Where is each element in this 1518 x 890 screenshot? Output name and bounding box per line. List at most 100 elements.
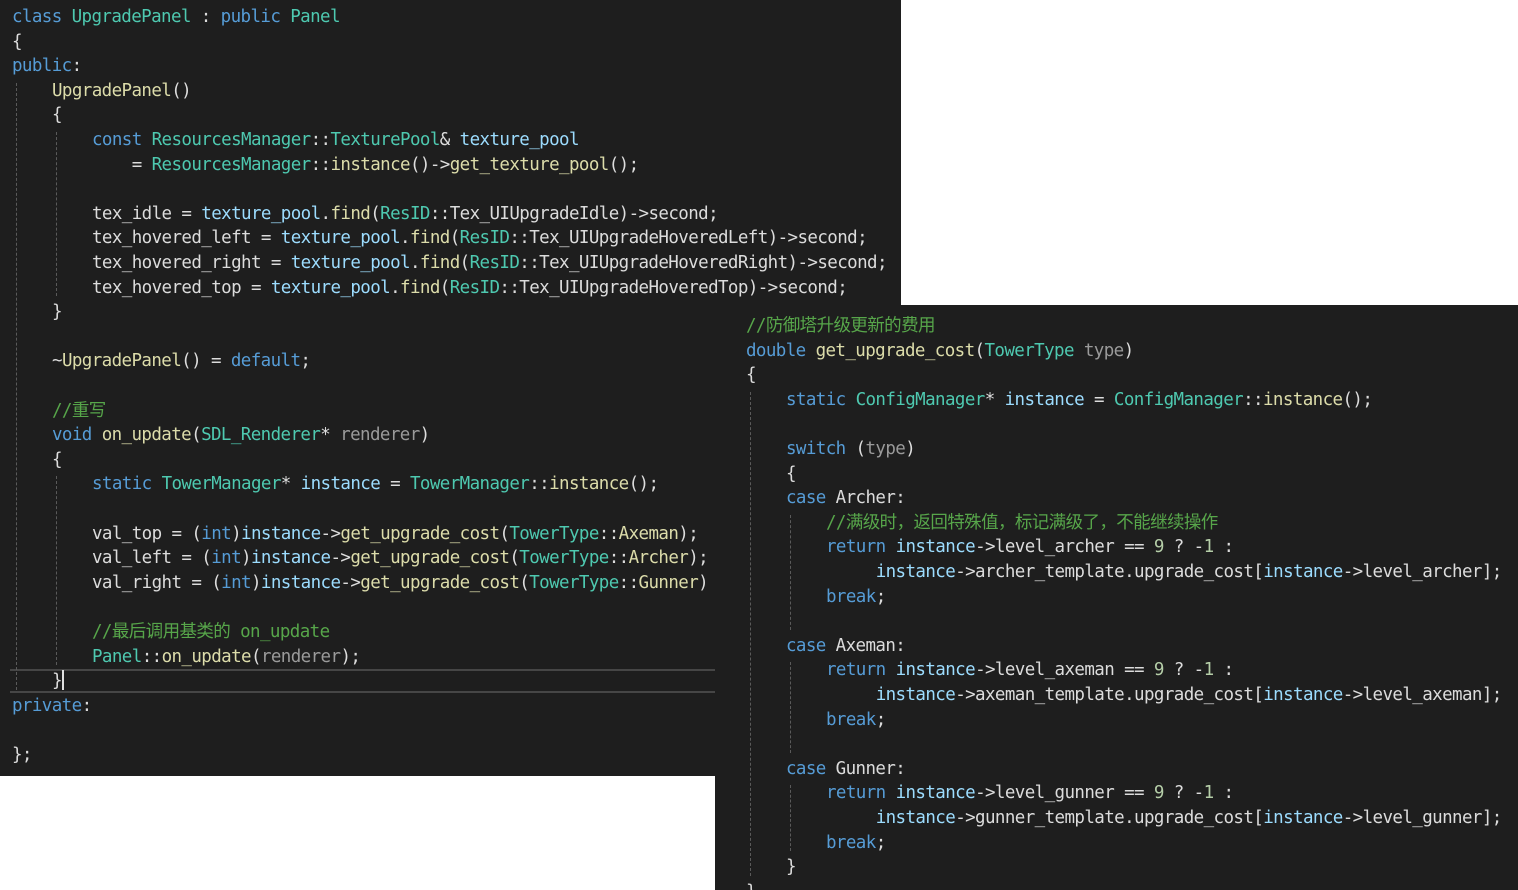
code-token: TowerManager (161, 474, 282, 495)
code-token: ( (439, 277, 451, 298)
code-token: instance (875, 685, 956, 705)
code-line[interactable]: case Gunner: (786, 757, 906, 781)
code-line[interactable]: } (52, 300, 63, 324)
code-line[interactable]: instance->axeman_template.upgrade_cost[i… (826, 683, 1503, 707)
code-line[interactable]: double get_upgrade_cost(TowerType type) (746, 339, 1134, 363)
code-token: int (221, 572, 251, 593)
code-line[interactable]: case Axeman: (786, 634, 906, 658)
code-line[interactable]: return instance->level_axeman == 9 ? -1 … (826, 658, 1234, 682)
code-token: { (746, 365, 757, 386)
code-line[interactable]: val_right = (int)instance->get_upgrade_c… (92, 571, 709, 595)
code-token: ConfigManager (855, 389, 986, 410)
code-token: val_right = ( (92, 572, 222, 593)
code-line[interactable]: static TowerManager* instance = TowerMan… (92, 472, 659, 496)
code-token: (); (608, 154, 639, 175)
code-line[interactable]: static ConfigManager* instance = ConfigM… (786, 388, 1373, 412)
code-token: ( (509, 548, 520, 569)
code-token: ->level_archer == (975, 537, 1154, 558)
code-token: static (786, 389, 846, 410)
code-token: (); (1342, 389, 1373, 410)
code-line[interactable]: class UpgradePanel : public Panel (12, 5, 341, 29)
get-upgrade-cost-code-editor[interactable]: //防御塔升级更新的费用 double get_upgrade_cost(Towe… (715, 305, 1518, 890)
code-token: ->level_archer]; (1342, 562, 1503, 582)
code-token: ->axeman_template. (955, 685, 1135, 705)
code-token: { (786, 463, 797, 484)
code-line[interactable]: { (52, 103, 63, 127)
code-line[interactable]: return instance->level_archer == 9 ? -1 … (826, 535, 1234, 559)
code-token: : (1213, 537, 1234, 558)
code-line[interactable]: public: (12, 54, 82, 78)
code-token: private (12, 695, 82, 716)
code-token: & (439, 130, 460, 150)
code-token: instance (1263, 808, 1343, 828)
code-line[interactable]: switch (type) (786, 437, 916, 461)
code-line[interactable]: UpgradePanel() (52, 79, 192, 103)
code-token: Axeman (618, 523, 679, 544)
code-line[interactable]: val_left = (int)instance->get_upgrade_co… (92, 546, 709, 570)
indent-guide (750, 391, 751, 876)
code-token: = (380, 474, 410, 495)
code-token: ->level_axeman]; (1342, 685, 1503, 705)
code-line[interactable]: //最后调用基类的 on_update (92, 620, 330, 644)
code-token: case (786, 635, 826, 656)
code-line[interactable]: tex_hovered_right = texture_pool.find(Re… (92, 251, 888, 275)
code-token: find (400, 277, 440, 298)
code-line[interactable]: void on_update(SDL_Renderer* renderer) (52, 423, 430, 447)
code-line[interactable]: tex_hovered_left = texture_pool.find(Res… (92, 226, 868, 250)
code-line[interactable]: } (786, 855, 797, 879)
code-token: ); (688, 548, 709, 569)
code-line[interactable]: { (746, 363, 757, 387)
code-token: void (52, 425, 92, 446)
code-line[interactable]: case Archer: (786, 486, 906, 510)
code-token: upgrade_cost[ (1134, 685, 1264, 705)
code-line[interactable]: = ResourcesManager::instance()->get_text… (92, 153, 639, 177)
code-line[interactable]: //防御塔升级更新的费用 (746, 314, 935, 338)
code-line[interactable]: const ResourcesManager::TexturePool& tex… (92, 128, 579, 152)
code-line[interactable]: //满级时，返回特殊值，标记满级了，不能继续操作 (826, 511, 1218, 535)
code-token: upgrade_cost[ (1134, 808, 1264, 828)
code-token: Tex_UIUpgradeHoveredRight (539, 253, 788, 273)
code-line[interactable]: return instance->level_gunner == 9 ? -1 … (826, 781, 1234, 805)
code-token: ( (974, 340, 986, 361)
code-token: } (746, 882, 757, 890)
code-line[interactable]: //重写 (52, 399, 106, 423)
code-line[interactable]: Panel::on_update(renderer); (92, 645, 361, 669)
code-token: UpgradePanel (61, 351, 182, 372)
code-token: class (12, 7, 62, 27)
code-line[interactable]: instance->archer_template.upgrade_cost[i… (826, 560, 1503, 584)
code-line[interactable]: } (746, 880, 757, 890)
code-token: instance (895, 660, 976, 681)
code-token: }; (12, 745, 32, 765)
code-line[interactable]: { (52, 448, 63, 472)
code-line[interactable]: { (12, 30, 23, 54)
code-token: ? - (1163, 783, 1204, 804)
code-token: second; (817, 253, 887, 273)
code-line[interactable]: tex_idle = texture_pool.find(ResID::Tex_… (92, 202, 719, 226)
code-token: break (826, 586, 876, 607)
code-line[interactable]: val_top = (int)instance->get_upgrade_cos… (92, 522, 699, 546)
code-line[interactable]: { (786, 462, 797, 486)
code-token: ) (241, 548, 252, 569)
code-line[interactable]: private: (12, 694, 92, 718)
code-line[interactable]: }; (12, 743, 32, 767)
code-token: Panel (290, 7, 340, 27)
code-token: ( (845, 439, 867, 459)
code-line[interactable]: break; (826, 831, 886, 855)
code-token: 1 (1203, 660, 1215, 681)
code-line[interactable]: ~UpgradePanel() = default; (52, 349, 311, 373)
code-token: { (52, 105, 63, 126)
code-line[interactable]: instance->gunner_template.upgrade_cost[i… (826, 806, 1503, 830)
code-token: * (280, 474, 301, 495)
code-line[interactable]: tex_hovered_top = texture_pool.find(ResI… (92, 276, 848, 300)
code-token: second; (648, 203, 719, 224)
code-line[interactable]: } (52, 669, 63, 693)
code-token: UpgradePanel (52, 80, 172, 101)
code-line[interactable]: break; (826, 708, 886, 732)
code-token: ( (519, 572, 530, 593)
code-token: : (1213, 660, 1234, 681)
code-line[interactable]: break; (826, 585, 886, 609)
